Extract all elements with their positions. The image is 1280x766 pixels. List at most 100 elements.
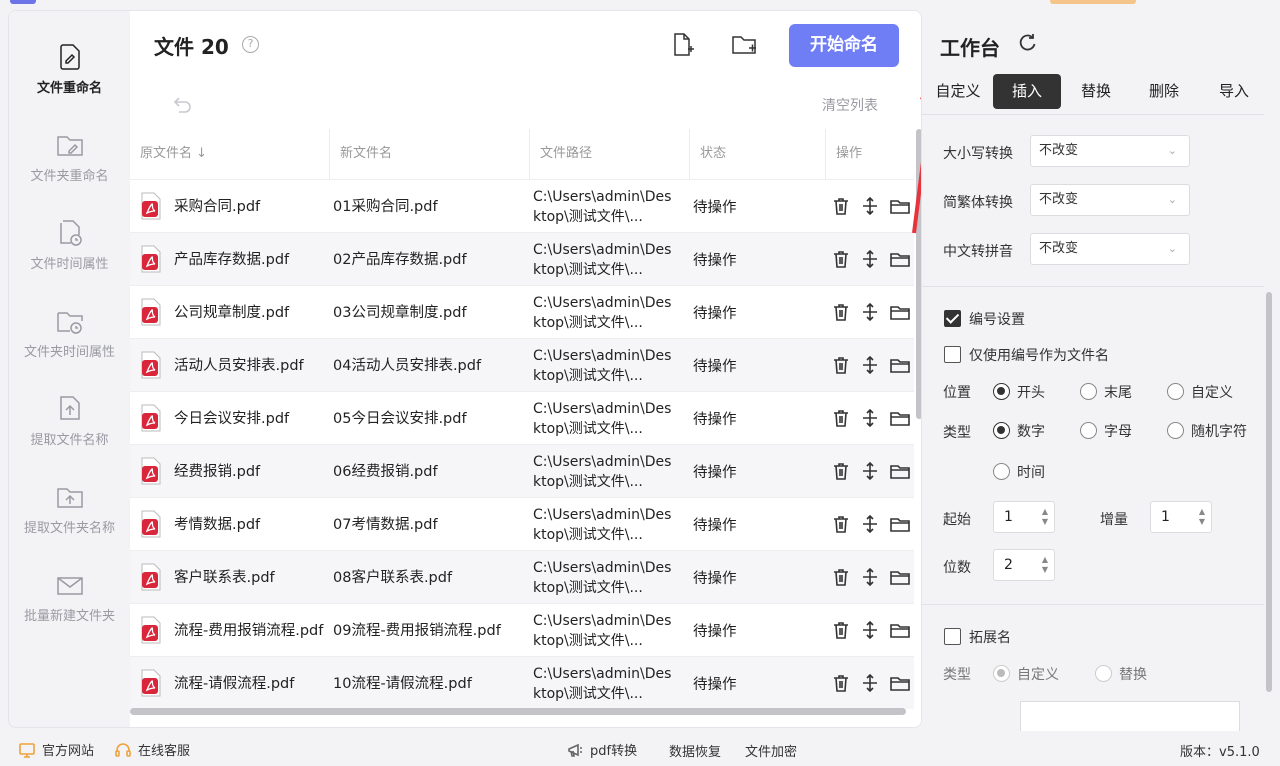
status-cell: 待操作 xyxy=(693,412,737,428)
move-icon[interactable] xyxy=(859,354,881,376)
file-encrypt-link[interactable]: 文件加密 xyxy=(745,741,797,760)
stepper-arrows-icon[interactable]: ▲ ▼ xyxy=(1042,507,1048,527)
pinyin-value: 不改变 xyxy=(1039,241,1079,256)
sidebar-item-folder-rename[interactable]: 文件夹重命名 xyxy=(9,129,130,209)
sidebar-item-extract-folder-names[interactable]: 提取文件夹名称 xyxy=(9,481,130,561)
online-service-link[interactable]: 在线客服 xyxy=(114,740,190,759)
new-name-cell: 08客户联系表.pdf xyxy=(333,569,453,586)
extension-radio-replace[interactable] xyxy=(1095,665,1112,682)
clear-list-button[interactable]: 清空列表 xyxy=(822,95,878,115)
tab-delete[interactable]: 删除 xyxy=(1134,74,1194,109)
digits-stepper[interactable]: 2 ▲ ▼ xyxy=(993,549,1055,581)
undo-icon[interactable] xyxy=(170,94,192,116)
type-radio-random[interactable] xyxy=(1167,422,1184,439)
delete-icon[interactable] xyxy=(830,566,852,588)
pinyin-select[interactable]: 不改变 ⌄ xyxy=(1030,233,1190,265)
table-row[interactable]: 流程-费用报销流程.pdf 09流程-费用报销流程.pdf C:\Users\a… xyxy=(130,603,914,656)
open-folder-icon[interactable] xyxy=(889,354,911,376)
open-folder-icon[interactable] xyxy=(889,672,911,694)
delete-icon[interactable] xyxy=(830,248,852,270)
data-recovery-link[interactable]: 数据恢复 xyxy=(669,741,721,760)
stepper-arrows-icon[interactable]: ▲ ▼ xyxy=(1042,555,1048,575)
open-folder-icon[interactable] xyxy=(889,619,911,641)
open-folder-icon[interactable] xyxy=(889,513,911,535)
extension-input[interactable] xyxy=(1020,701,1240,731)
delete-icon[interactable] xyxy=(830,354,852,376)
move-icon[interactable] xyxy=(859,195,881,217)
move-icon[interactable] xyxy=(859,460,881,482)
table-row[interactable]: 公司规章制度.pdf 03公司规章制度.pdf C:\Users\admin\D… xyxy=(130,285,914,338)
table-row[interactable]: 考情数据.pdf 07考情数据.pdf C:\Users\admin\Deskt… xyxy=(130,497,914,550)
only-number-checkbox[interactable] xyxy=(944,346,961,363)
help-icon[interactable]: ? xyxy=(242,36,259,53)
new-name-cell: 06经费报销.pdf xyxy=(333,463,438,480)
open-folder-icon[interactable] xyxy=(889,460,911,482)
move-icon[interactable] xyxy=(859,301,881,323)
sidebar-item-extract-file-names[interactable]: 提取文件名称 xyxy=(9,393,130,473)
move-icon[interactable] xyxy=(859,566,881,588)
type-radio-letter[interactable] xyxy=(1080,422,1097,439)
delete-icon[interactable] xyxy=(830,407,852,429)
only-number-label: 仅使用编号作为文件名 xyxy=(969,348,1109,364)
position-radio-custom[interactable] xyxy=(1167,383,1184,400)
sidebar-item-file-rename[interactable]: 文件重命名 xyxy=(9,41,130,121)
numbering-checkbox[interactable] xyxy=(944,310,961,327)
tab-custom[interactable]: 自定义 xyxy=(928,74,988,109)
table-row[interactable]: 流程-请假流程.pdf 10流程-请假流程.pdf C:\Users\admin… xyxy=(130,656,914,709)
main-window: 文件重命名 文件夹重命名 文件时间属性 文件夹时间属性 提取文件名称 提取文件夹… xyxy=(8,10,922,728)
original-name-cell: 流程-费用报销流程.pdf xyxy=(174,622,324,639)
case-select[interactable]: 不改变 ⌄ xyxy=(1030,135,1190,167)
position-radio-start[interactable] xyxy=(993,383,1010,400)
column-header-original[interactable]: 原文件名 ↓ xyxy=(130,129,330,179)
type-radio-time[interactable] xyxy=(993,463,1010,480)
workbench-scrollbar[interactable] xyxy=(1266,292,1272,692)
table-row[interactable]: 客户联系表.pdf 08客户联系表.pdf C:\Users\admin\Des… xyxy=(130,550,914,603)
open-folder-icon[interactable] xyxy=(889,248,911,270)
position-radio-end[interactable] xyxy=(1080,383,1097,400)
move-icon[interactable] xyxy=(859,672,881,694)
table-row[interactable]: 采购合同.pdf 01采购合同.pdf C:\Users\admin\Deskt… xyxy=(130,179,914,232)
delete-icon[interactable] xyxy=(830,301,852,323)
delete-icon[interactable] xyxy=(830,513,852,535)
delete-icon[interactable] xyxy=(830,460,852,482)
add-folder-icon[interactable] xyxy=(730,31,758,59)
open-folder-icon[interactable] xyxy=(889,301,911,323)
table-row[interactable]: 今日会议安排.pdf 05今日会议安排.pdf C:\Users\admin\D… xyxy=(130,391,914,444)
open-folder-icon[interactable] xyxy=(889,566,911,588)
move-icon[interactable] xyxy=(859,513,881,535)
start-label: 起始 xyxy=(943,512,971,528)
move-icon[interactable] xyxy=(859,407,881,429)
traditional-select[interactable]: 不改变 ⌄ xyxy=(1030,184,1190,216)
start-stepper[interactable]: 1 ▲ ▼ xyxy=(993,501,1055,533)
sidebar-item-batch-new-folder[interactable]: 批量新建文件夹 xyxy=(9,569,130,649)
sidebar-item-folder-time[interactable]: 文件夹时间属性 xyxy=(9,305,130,385)
pdf-convert-link[interactable]: pdf转换 xyxy=(566,740,637,759)
start-rename-button[interactable]: 开始命名 xyxy=(789,24,899,67)
move-icon[interactable] xyxy=(859,619,881,641)
tab-insert[interactable]: 插入 xyxy=(993,74,1061,109)
type-radio-number[interactable] xyxy=(993,422,1010,439)
table-row[interactable]: 经费报销.pdf 06经费报销.pdf C:\Users\admin\Deskt… xyxy=(130,444,914,497)
table-row[interactable]: 产品库存数据.pdf 02产品库存数据.pdf C:\Users\admin\D… xyxy=(130,232,914,285)
open-folder-icon[interactable] xyxy=(889,195,911,217)
extension-radio-custom[interactable] xyxy=(993,665,1010,682)
move-icon[interactable] xyxy=(859,248,881,270)
sidebar-item-file-time[interactable]: 文件时间属性 xyxy=(9,217,130,297)
page-title: 文件 20 xyxy=(154,35,229,59)
open-folder-icon[interactable] xyxy=(889,407,911,429)
refresh-icon[interactable] xyxy=(1016,32,1038,54)
tab-replace[interactable]: 替换 xyxy=(1066,74,1126,109)
type-option-label: 字母 xyxy=(1104,424,1132,440)
delete-icon[interactable] xyxy=(830,619,852,641)
delete-icon[interactable] xyxy=(830,672,852,694)
table-row[interactable]: 活动人员安排表.pdf 04活动人员安排表.pdf C:\Users\admin… xyxy=(130,338,914,391)
official-website-link[interactable]: 官方网站 xyxy=(18,740,94,759)
increment-stepper[interactable]: 1 ▲ ▼ xyxy=(1150,501,1212,533)
stepper-arrows-icon[interactable]: ▲ ▼ xyxy=(1199,507,1205,527)
tab-import[interactable]: 导入 xyxy=(1204,74,1264,109)
extension-checkbox[interactable] xyxy=(944,628,961,645)
pdf-file-icon xyxy=(140,245,162,273)
add-file-icon[interactable] xyxy=(668,31,696,59)
horizontal-scrollbar[interactable] xyxy=(130,708,906,715)
delete-icon[interactable] xyxy=(830,195,852,217)
